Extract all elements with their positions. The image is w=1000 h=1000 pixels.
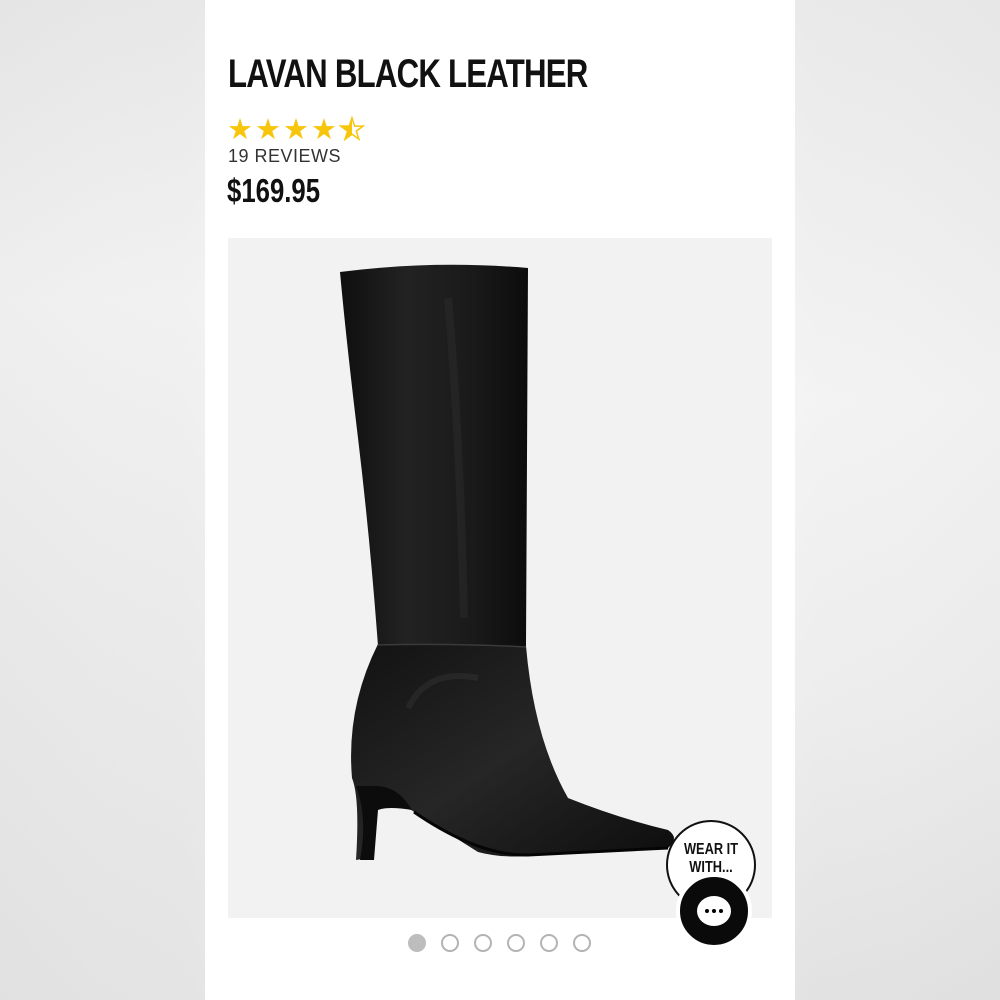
boot-image	[340, 264, 674, 860]
gallery-pagination	[408, 934, 591, 952]
star-icon: ★	[311, 112, 337, 146]
background-blur-right	[795, 0, 1000, 1000]
half-star-icon: ★	[338, 112, 366, 146]
product-image[interactable]	[228, 238, 772, 918]
product-title: LAVAN BLACK LEATHER	[228, 52, 588, 96]
star-icon: ★	[283, 112, 309, 146]
product-page: LAVAN BLACK LEATHER ★ ★ ★ ★ ★ 19 REVIEWS…	[205, 0, 795, 1000]
background-blur-left	[0, 0, 205, 1000]
product-price: $169.95	[227, 172, 321, 209]
pagination-dot[interactable]	[507, 934, 525, 952]
reviews-link[interactable]: 19 REVIEWS	[228, 146, 341, 167]
pagination-dot[interactable]	[441, 934, 459, 952]
star-rating[interactable]: ★ ★ ★ ★ ★	[227, 112, 366, 146]
wear-it-with-line1: WEAR IT	[683, 841, 739, 858]
pagination-dot[interactable]	[573, 934, 591, 952]
chat-bubble-icon	[697, 896, 731, 926]
pagination-dot[interactable]	[540, 934, 558, 952]
chat-button[interactable]	[676, 873, 752, 949]
star-icon: ★	[255, 112, 281, 146]
pagination-dot[interactable]	[408, 934, 426, 952]
star-icon: ★	[227, 112, 253, 146]
pagination-dot[interactable]	[474, 934, 492, 952]
